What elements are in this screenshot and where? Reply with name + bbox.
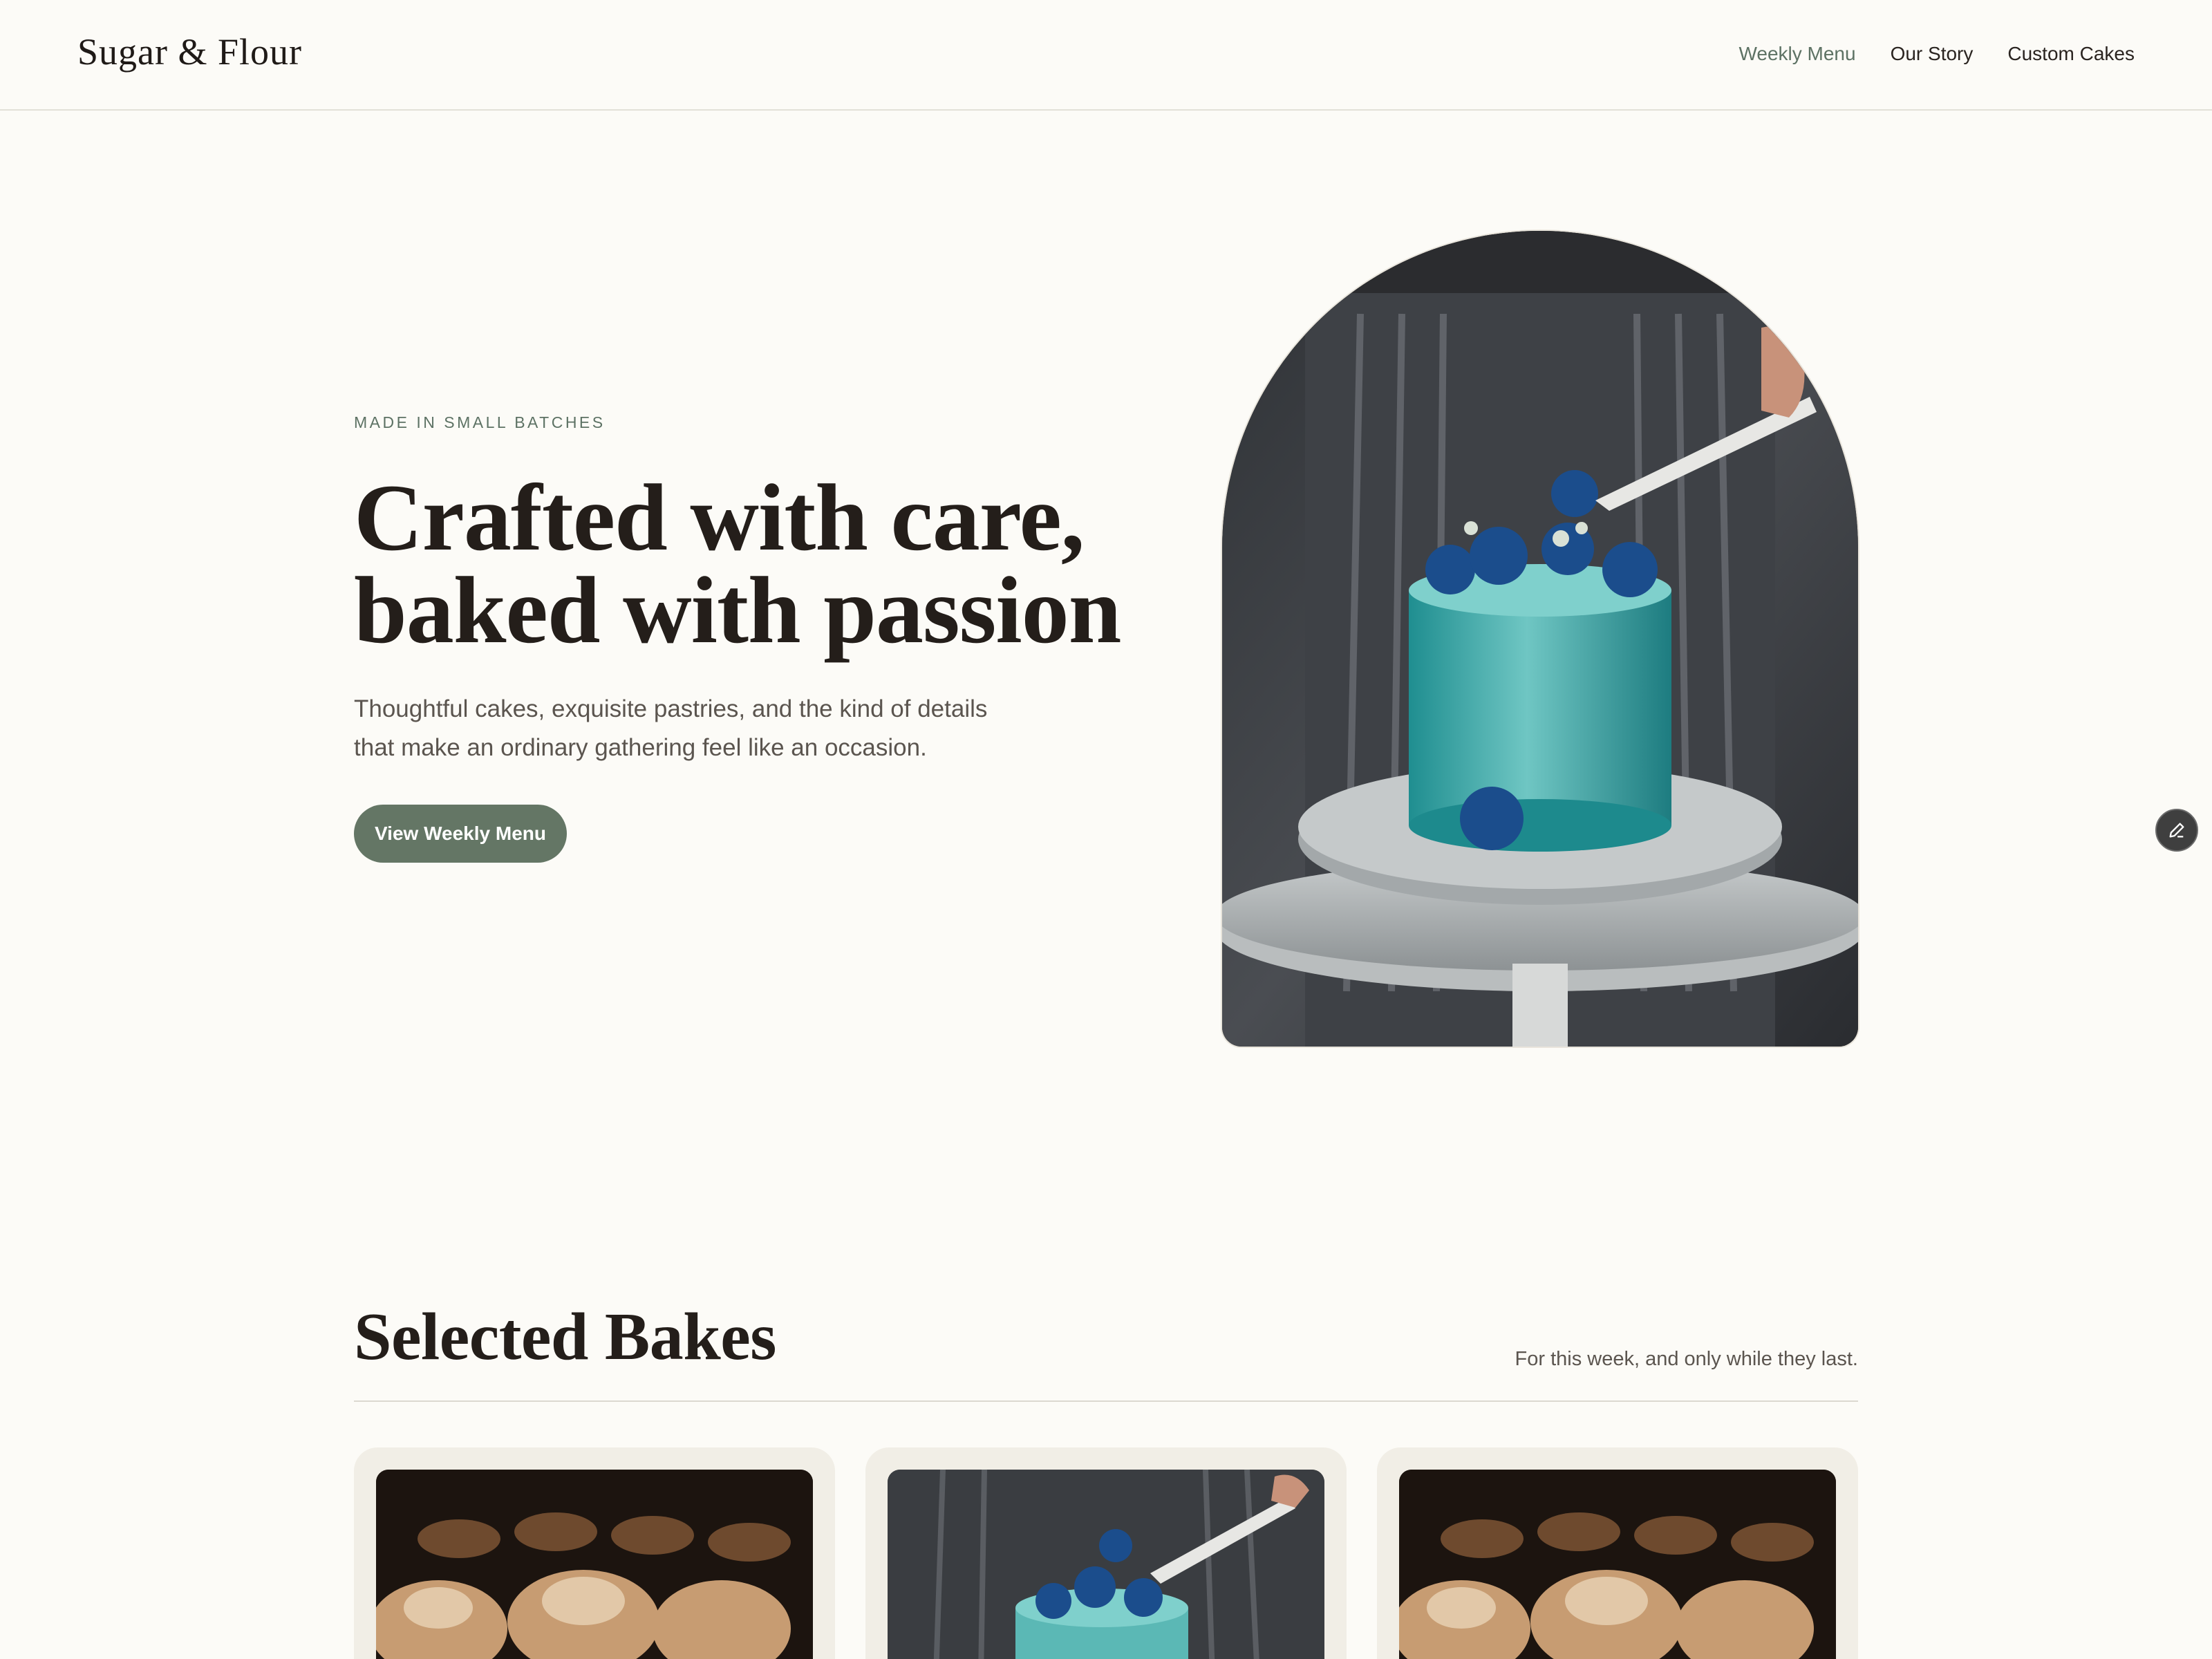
hero-title: Crafted with care, baked with passion: [354, 470, 1149, 658]
main-nav: Weekly Menu Our Story Custom Cakes: [1738, 43, 2135, 65]
hero-cake-image: [1222, 231, 1858, 1047]
hero-title-line-1: Crafted with care,: [354, 465, 1085, 570]
brand-logo[interactable]: Sugar & Flour: [77, 30, 302, 73]
view-weekly-menu-button[interactable]: View Weekly Menu: [354, 805, 567, 863]
nav-custom-cakes[interactable]: Custom Cakes: [2007, 43, 2135, 65]
bake-card-image: [1399, 1470, 1836, 1659]
edit-button[interactable]: [2155, 809, 2198, 852]
cake-illustration: [1222, 231, 1858, 1047]
nav-our-story[interactable]: Our Story: [1891, 43, 1974, 65]
bake-card-image: [376, 1470, 813, 1659]
bake-card[interactable]: [354, 1447, 835, 1659]
cupcakes-illustration: [1399, 1470, 1836, 1659]
section-title: Selected Bakes: [354, 1300, 776, 1374]
bake-card[interactable]: [865, 1447, 1347, 1659]
bake-card-image: [888, 1470, 1324, 1659]
section-divider: [354, 1400, 1858, 1402]
hero-subtitle: Thoughtful cakes, exquisite pastries, an…: [354, 695, 988, 761]
bake-card[interactable]: [1377, 1447, 1858, 1659]
hero-eyebrow: MADE IN SMALL BATCHES: [354, 413, 606, 431]
nav-weekly-menu[interactable]: Weekly Menu: [1738, 43, 1855, 65]
section-note: For this week, and only while they last.: [1515, 1348, 1858, 1370]
hero-title-line-2: baked with passion: [354, 557, 1121, 663]
cake-illustration: [888, 1470, 1324, 1659]
site-header: Sugar & Flour Weekly Menu Our Story Cust…: [0, 0, 2212, 111]
pencil-icon: [2169, 823, 2184, 838]
cupcakes-illustration: [376, 1470, 813, 1659]
